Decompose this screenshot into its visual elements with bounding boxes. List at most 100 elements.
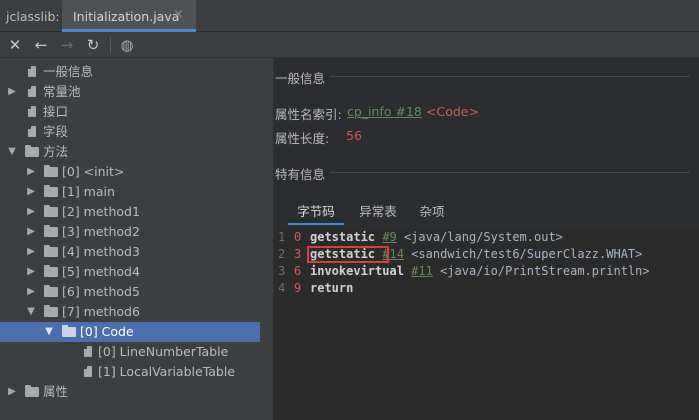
- tree-item-label: [7] method6: [62, 304, 140, 319]
- close-icon[interactable]: ✕: [6, 36, 24, 54]
- tab-exception-table[interactable]: 异常表: [350, 199, 406, 225]
- toolbar-separator: [110, 37, 111, 53]
- divider: [330, 76, 690, 77]
- bytecode-comment: <sandwich/test6/SuperClazz.WHAT>: [411, 247, 643, 261]
- tree-item-label: 常量池: [43, 84, 81, 99]
- highlight-box: [307, 246, 389, 263]
- folder-icon: [25, 145, 39, 157]
- tree-item-method[interactable]: ▶ [3] method2: [0, 222, 273, 242]
- opcode: getstatic #9 <java/lang/System.out>: [310, 229, 563, 246]
- opcode-text: getstatic: [310, 230, 376, 244]
- globe-icon[interactable]: ◍: [118, 36, 136, 54]
- chevron-down-icon[interactable]: ▼: [25, 302, 37, 322]
- tree-item-method[interactable]: ▶ [2] method1: [0, 202, 273, 222]
- chevron-right-icon[interactable]: ▶: [25, 242, 37, 262]
- chevron-down-icon[interactable]: ▼: [43, 322, 55, 342]
- bytecode-line: 2 3 getstatic #14 <sandwich/test6/SuperC…: [274, 246, 699, 263]
- tree-item-method[interactable]: ▶ [4] method3: [0, 242, 273, 262]
- tree-item-label: [0] <init>: [62, 164, 125, 179]
- chevron-right-icon[interactable]: ▶: [25, 262, 37, 282]
- bytecode-offset: 3: [294, 247, 302, 261]
- constant-pool-ref-link[interactable]: #9: [382, 230, 396, 244]
- tree-item-label: [0] Code: [80, 324, 134, 339]
- tree-item-fields[interactable]: 字段: [0, 122, 273, 142]
- folder-icon: [44, 165, 58, 177]
- name-index-label: 属性名索引:: [275, 107, 342, 122]
- name-index-value: <Code>: [426, 104, 479, 119]
- bytecode-offset: 0: [294, 230, 302, 244]
- opcode: invokevirtual #11 <java/io/PrintStream.p…: [310, 263, 650, 280]
- tree-item-label: 接口: [43, 104, 69, 119]
- file-icon: [28, 126, 36, 137]
- tree-item-code[interactable]: ▼ [0] Code: [0, 322, 260, 342]
- tree-item-method[interactable]: ▶ [1] main: [0, 182, 273, 202]
- tree-item-label: [5] method4: [62, 264, 140, 279]
- tree-item-label: [1] LocalVariableTable: [98, 364, 236, 379]
- chevron-right-icon[interactable]: ▶: [25, 222, 37, 242]
- opcode-text: return: [310, 281, 354, 295]
- line-number: 1: [278, 230, 286, 244]
- specific-info-title: 特有信息: [275, 167, 326, 182]
- chevron-right-icon[interactable]: ▶: [25, 202, 37, 222]
- tree-item-label: [6] method5: [62, 284, 140, 299]
- tree-item-local-variable-table[interactable]: [1] LocalVariableTable: [0, 362, 273, 382]
- back-icon[interactable]: ←: [32, 36, 50, 54]
- forward-icon[interactable]: →: [58, 36, 76, 54]
- folder-icon: [62, 325, 76, 337]
- bytecode-comment: <java/lang/System.out>: [403, 230, 563, 244]
- editor-tab-bar: jclasslib: Initialization.java ×: [0, 0, 699, 32]
- chevron-right-icon[interactable]: ▶: [25, 162, 37, 182]
- opcode-text: invokevirtual: [310, 264, 404, 278]
- file-icon: [28, 66, 36, 77]
- tree-item-general-info[interactable]: 一般信息: [0, 62, 273, 82]
- bytecode-line: 4 9 return: [274, 280, 699, 297]
- tree-item-label: [0] LineNumberTable: [98, 344, 229, 359]
- tab-bytecode[interactable]: 字节码: [288, 199, 344, 225]
- chevron-right-icon[interactable]: ▶: [6, 382, 18, 402]
- tree-item-method[interactable]: ▼ [7] method6: [0, 302, 273, 322]
- chevron-right-icon[interactable]: ▶: [25, 182, 37, 202]
- file-icon: [84, 366, 92, 377]
- tree-item-label: [1] main: [62, 184, 115, 199]
- opcode: return: [310, 280, 353, 297]
- attribute-length-label: 属性长度:: [275, 131, 330, 146]
- tab-misc[interactable]: 杂项: [410, 199, 454, 225]
- bytecode-offset: 9: [294, 281, 302, 295]
- bytecode-comment: <java/io/PrintStream.println>: [440, 264, 650, 278]
- attribute-length-value: 56: [346, 128, 362, 143]
- tree-item-method[interactable]: ▶ [6] method5: [0, 282, 273, 302]
- file-icon: [28, 106, 36, 117]
- tree-item-methods[interactable]: ▼ 方法: [0, 142, 273, 162]
- tree-item-label: [2] method1: [62, 204, 140, 219]
- tree-item-label: 属性: [43, 384, 69, 399]
- chevron-right-icon[interactable]: ▶: [25, 282, 37, 302]
- tree-item-method[interactable]: ▶ [0] <init>: [0, 162, 273, 182]
- tree-item-method[interactable]: ▶ [5] method4: [0, 262, 273, 282]
- folder-icon: [44, 185, 58, 197]
- folder-icon: [44, 225, 58, 237]
- file-icon: [84, 346, 92, 357]
- tree-item-label: [3] method2: [62, 224, 140, 239]
- name-index-link[interactable]: cp_info #18: [347, 104, 422, 119]
- folder-icon: [44, 265, 58, 277]
- bytecode-view[interactable]: 1 0 getstatic #9 <java/lang/System.out> …: [274, 229, 699, 420]
- folder-icon: [44, 245, 58, 257]
- chevron-down-icon[interactable]: ▼: [6, 142, 18, 162]
- tool-window-title: jclasslib:: [6, 9, 60, 24]
- tab-label: Initialization.java: [73, 9, 180, 24]
- refresh-icon[interactable]: ↻: [84, 36, 102, 54]
- tree-item-constant-pool[interactable]: ▶ 常量池: [0, 82, 273, 102]
- tab-initialization-java[interactable]: Initialization.java ×: [62, 0, 196, 32]
- tree-item-interfaces[interactable]: 接口: [0, 102, 273, 122]
- constant-pool-ref-link[interactable]: #11: [411, 264, 433, 278]
- chevron-right-icon[interactable]: ▶: [6, 82, 18, 102]
- toolbar: ✕ ← → ↻ ◍: [0, 32, 699, 58]
- tree-item-line-number-table[interactable]: [0] LineNumberTable: [0, 342, 273, 362]
- folder-icon: [44, 205, 58, 217]
- detail-panel: 一般信息 属性名索引: cp_info #18 <Code> 属性长度: 56 …: [273, 58, 699, 420]
- folder-icon: [44, 285, 58, 297]
- bytecode-line: 3 6 invokevirtual #11 <java/io/PrintStre…: [274, 263, 699, 280]
- close-tab-icon[interactable]: ×: [173, 7, 184, 22]
- folder-icon: [44, 305, 58, 317]
- tree-item-attributes[interactable]: ▶ 属性: [0, 382, 273, 402]
